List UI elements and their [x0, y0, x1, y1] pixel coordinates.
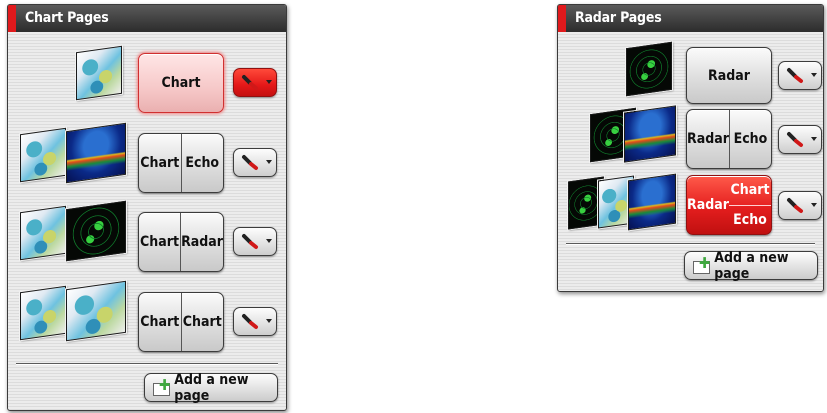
add-button-label: Add a new page: [174, 371, 249, 404]
divider: [566, 243, 815, 244]
page-settings-button[interactable]: [233, 227, 277, 256]
wrench-icon: [787, 198, 803, 213]
segment-label: Chart: [730, 182, 770, 199]
segment-label: Chart: [180, 293, 224, 351]
caret-down-icon: [811, 137, 817, 141]
caret-down-icon: [811, 73, 817, 77]
segment-label: Radar: [180, 213, 223, 271]
page-button-chart-chart[interactable]: Chart Chart: [138, 292, 224, 352]
header-accent: [558, 5, 566, 32]
segment-label: Radar: [708, 67, 750, 84]
panel-title: Chart Pages: [25, 10, 109, 26]
chart-thumbnail: [20, 127, 66, 183]
panel-header: Radar Pages: [558, 5, 823, 32]
add-button-label: Add a new page: [714, 249, 789, 282]
page-button-radar-chart-echo[interactable]: Radar Chart Echo: [686, 175, 772, 235]
wrench-icon: [242, 314, 258, 329]
page-settings-button[interactable]: [778, 61, 822, 90]
segment-label: Chart: [140, 155, 180, 171]
caret-down-icon: [266, 160, 272, 164]
page-button-chart[interactable]: Chart: [138, 53, 224, 113]
divider: [16, 363, 278, 364]
page-settings-button[interactable]: [233, 68, 277, 97]
chart-pages-panel: Chart Pages Chart Chart Echo Chart Radar…: [7, 4, 287, 411]
page-settings-button[interactable]: [233, 148, 277, 177]
wrench-icon: [787, 68, 803, 83]
radar-thumbnail: [626, 41, 672, 97]
chart-thumbnail: [66, 280, 126, 342]
segment-label: Chart: [140, 314, 180, 330]
page-settings-button[interactable]: [778, 125, 822, 154]
wrench-icon: [787, 132, 803, 147]
page-button-chart-radar[interactable]: Chart Radar: [138, 212, 224, 272]
page-button-chart-echo[interactable]: Chart Echo: [138, 133, 224, 193]
add-page-icon: ✚: [153, 378, 170, 396]
page-settings-button[interactable]: [233, 307, 277, 336]
chart-thumbnail: [20, 205, 66, 261]
segment-label: Radar: [687, 131, 729, 147]
echo-thumbnail: [624, 105, 676, 163]
wrench-icon: [242, 234, 258, 249]
echo-thumbnail: [66, 122, 126, 184]
caret-down-icon: [266, 239, 272, 243]
segment-label: Echo: [729, 204, 771, 235]
caret-down-icon: [811, 203, 817, 207]
add-page-icon: ✚: [693, 256, 710, 274]
wrench-icon: [242, 75, 258, 90]
add-new-page-button[interactable]: ✚ Add a new page: [144, 371, 278, 404]
chart-thumbnail: [20, 285, 66, 341]
panel-title: Radar Pages: [575, 10, 662, 26]
segment-label: Chart: [161, 75, 201, 91]
segment-label: Chart: [140, 234, 179, 250]
segment-label: Echo: [180, 134, 224, 192]
echo-thumbnail: [628, 173, 676, 231]
radar-pages-panel: Radar Pages Radar Radar Echo Radar Chart…: [557, 4, 824, 292]
segment-label: Echo: [728, 110, 771, 168]
chart-thumbnail: [76, 45, 122, 101]
panel-header: Chart Pages: [8, 5, 286, 32]
page-settings-button[interactable]: [778, 191, 822, 220]
caret-down-icon: [266, 319, 272, 323]
page-button-radar-echo[interactable]: Radar Echo: [686, 109, 772, 169]
segment-label: Radar: [687, 197, 729, 213]
caret-down-icon: [266, 80, 272, 84]
header-accent: [8, 5, 16, 32]
radar-thumbnail: [66, 200, 126, 262]
wrench-icon: [242, 155, 258, 170]
page-button-radar[interactable]: Radar: [686, 47, 772, 104]
add-new-page-button[interactable]: ✚ Add a new page: [684, 249, 818, 282]
